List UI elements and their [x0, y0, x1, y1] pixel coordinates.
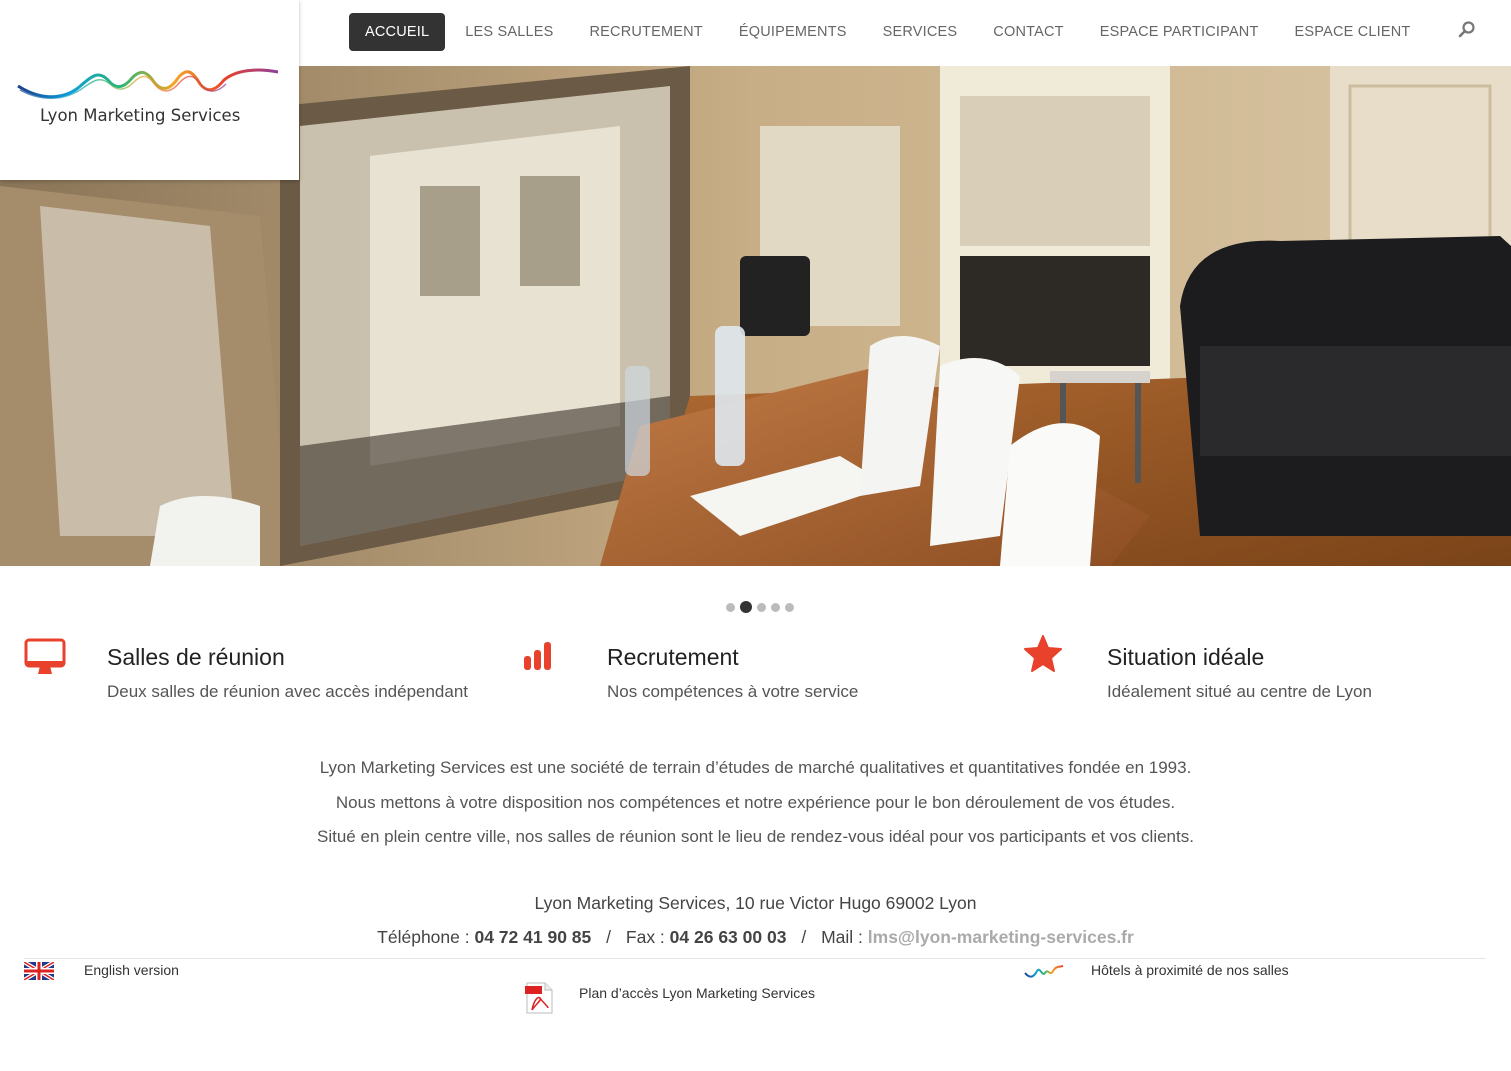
feature-desc: Deux salles de réunion avec accès indépe… — [107, 682, 469, 701]
feature-title: Recrutement — [607, 644, 739, 670]
logo-text: Lyon Marketing Services — [40, 106, 241, 125]
nav-contact[interactable]: CONTACT — [977, 13, 1079, 51]
star-icon — [1024, 635, 1062, 672]
logo[interactable]: Lyon Marketing Services — [0, 0, 299, 180]
feature-title: Situation idéale — [1107, 644, 1265, 670]
feature-recrutement: Recrutement Nos compétences à votre serv… — [524, 632, 1004, 712]
about-line: Lyon Marketing Services est une société … — [319, 758, 1192, 777]
separator: / — [606, 927, 612, 947]
mail-link[interactable]: lms@lyon-marketing-services.fr — [868, 927, 1134, 947]
divider — [24, 958, 1486, 959]
about-line: Situé en plein centre ville, nos salles … — [317, 827, 1194, 846]
lms-wave-icon[interactable] — [1024, 963, 1064, 979]
hotels-link[interactable]: Hôtels à proximité de nos salles — [1091, 962, 1289, 978]
contact-line: Téléphone : 04 72 41 90 85 / Fax : 04 26… — [0, 927, 1511, 948]
phone-number: 04 72 41 90 85 — [474, 927, 592, 947]
address: Lyon Marketing Services, 10 rue Victor H… — [534, 893, 977, 913]
slider-dot-4[interactable] — [771, 602, 780, 612]
phone-label: Téléphone : — [377, 927, 470, 947]
logo-wave-icon — [17, 68, 279, 99]
plan-acces-link[interactable]: Plan d’accès Lyon Marketing Services — [579, 985, 815, 1001]
bar-chart-icon — [524, 642, 551, 670]
feature-title: Salles de réunion — [107, 644, 285, 670]
about-line: Nous mettons à votre disposition nos com… — [335, 792, 1176, 812]
feature-desc: Nos compétences à votre service — [607, 682, 859, 701]
slider-dots — [726, 601, 794, 613]
monitor-icon — [24, 638, 66, 674]
about-text: Lyon Marketing Services est une société … — [0, 755, 1511, 859]
pdf-icon[interactable] — [524, 982, 554, 1014]
fax-label: Fax : — [625, 927, 665, 947]
slider-dot-3[interactable] — [757, 602, 766, 612]
nav-services[interactable]: SERVICES — [867, 13, 974, 51]
nav-recrutement[interactable]: RECRUTEMENT — [574, 13, 719, 51]
search-icon[interactable] — [1458, 20, 1476, 38]
main-nav: ACCUEIL LES SALLES RECRUTEMENT ÉQUIPEMEN… — [349, 13, 1427, 51]
slider-dot-2[interactable] — [740, 601, 752, 613]
fax-number: 04 26 63 00 03 — [669, 927, 787, 947]
nav-equipements[interactable]: ÉQUIPEMENTS — [723, 13, 863, 51]
slider-dot-5[interactable] — [785, 602, 794, 612]
nav-espace-client[interactable]: ESPACE CLIENT — [1279, 13, 1427, 51]
mail-label: Mail : — [821, 927, 863, 947]
feature-desc: Idéalement situé au centre de Lyon — [1107, 682, 1372, 701]
feature-situation: Situation idéale Idéalement situé au cen… — [1024, 632, 1504, 712]
separator: / — [801, 927, 807, 947]
english-version-link[interactable]: English version — [84, 962, 179, 978]
nav-les-salles[interactable]: LES SALLES — [449, 13, 569, 51]
nav-accueil[interactable]: ACCUEIL — [349, 13, 446, 51]
nav-espace-participant[interactable]: ESPACE PARTICIPANT — [1084, 13, 1275, 51]
slider-dot-1[interactable] — [726, 602, 735, 612]
feature-salles: Salles de réunion Deux salles de réunion… — [24, 632, 504, 712]
uk-flag-icon[interactable] — [24, 962, 54, 980]
